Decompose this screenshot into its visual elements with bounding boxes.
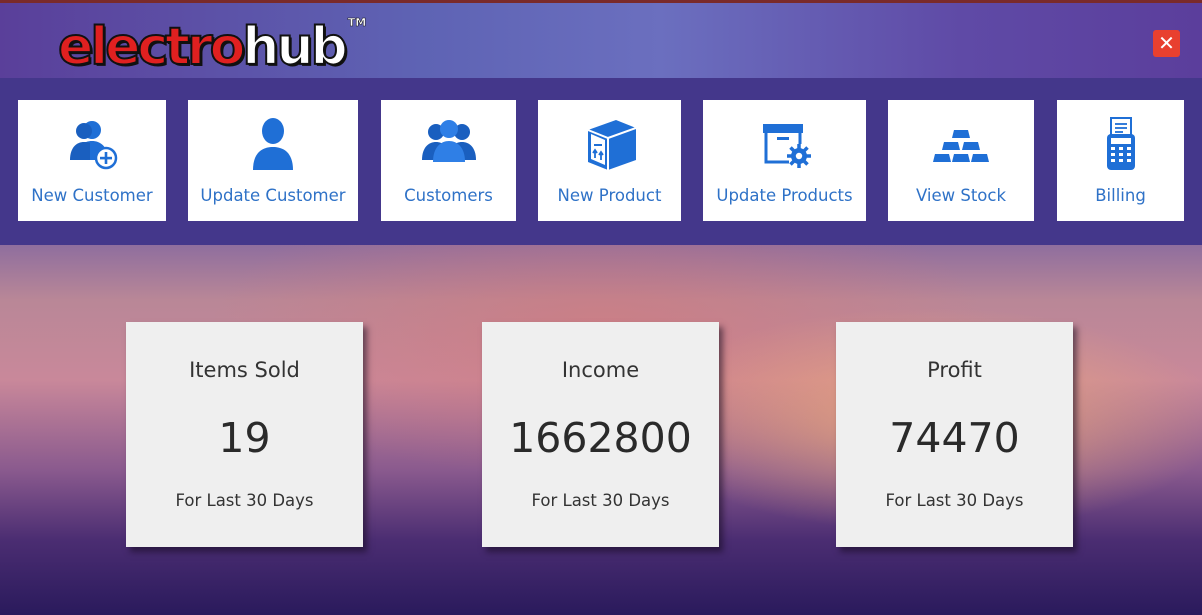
new-product-label: New Product <box>557 186 662 205</box>
items-sold-title: Items Sold <box>189 358 300 382</box>
logo-text-electro: electro <box>57 17 246 77</box>
items-sold-value: 19 <box>218 414 271 462</box>
income-card: Income 1662800 For Last 30 Days <box>482 322 719 547</box>
profit-card: Profit 74470 For Last 30 Days <box>836 322 1073 547</box>
billing-button[interactable]: Billing <box>1057 100 1184 221</box>
customers-label: Customers <box>404 186 493 205</box>
new-product-icon <box>578 116 642 172</box>
items-sold-period: For Last 30 Days <box>175 491 314 510</box>
income-period: For Last 30 Days <box>531 491 670 510</box>
new-customer-label: New Customer <box>31 186 153 205</box>
new-customer-button[interactable]: New Customer <box>18 100 166 221</box>
income-title: Income <box>561 358 640 382</box>
logo-text-hub: hub <box>241 17 348 77</box>
update-customer-label: Update Customer <box>200 186 346 205</box>
profit-value: 74470 <box>889 414 1020 462</box>
logo-trademark: TM <box>347 16 367 29</box>
billing-icon <box>1089 116 1153 172</box>
profit-title: Profit <box>927 358 982 382</box>
app-header: electro hub TM ✕ <box>0 0 1202 78</box>
view-stock-icon <box>929 116 993 172</box>
main-navbar: New Customer Update Customer Customers N… <box>0 78 1202 245</box>
close-icon: ✕ <box>1158 31 1175 55</box>
new-customer-icon <box>60 116 124 172</box>
billing-label: Billing <box>1095 186 1146 205</box>
update-products-icon <box>753 116 817 172</box>
close-button[interactable]: ✕ <box>1153 30 1180 57</box>
profit-period: For Last 30 Days <box>885 491 1024 510</box>
customers-icon <box>417 116 481 172</box>
view-stock-button[interactable]: View Stock <box>888 100 1034 221</box>
update-products-label: Update Products <box>716 186 853 205</box>
update-products-button[interactable]: Update Products <box>703 100 866 221</box>
update-customer-button[interactable]: Update Customer <box>188 100 358 221</box>
items-sold-card: Items Sold 19 For Last 30 Days <box>126 322 363 547</box>
income-value: 1662800 <box>509 414 692 462</box>
customers-button[interactable]: Customers <box>381 100 516 221</box>
new-product-button[interactable]: New Product <box>538 100 681 221</box>
electrohub-logo: electro hub TM <box>57 15 367 77</box>
update-customer-icon <box>241 116 305 172</box>
view-stock-label: View Stock <box>915 186 1007 205</box>
